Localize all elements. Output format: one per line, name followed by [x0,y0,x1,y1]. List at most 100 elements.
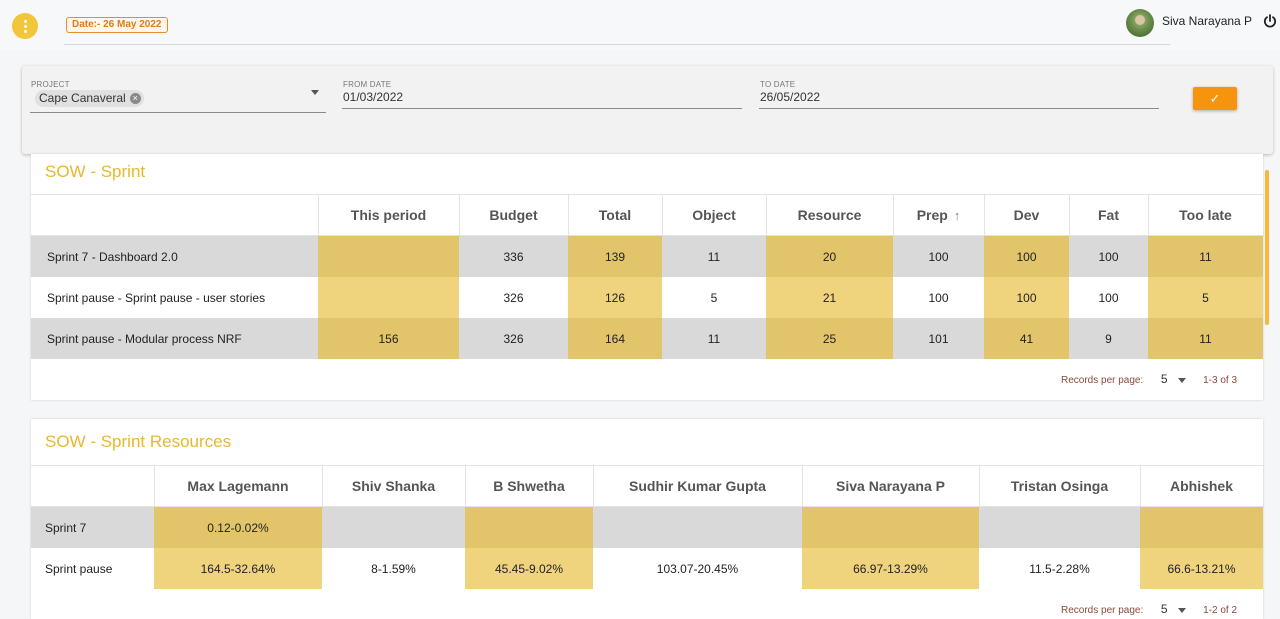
table-cell: Sprint pause [31,548,154,589]
table-cell [979,506,1140,548]
table-cell: 11 [662,318,766,359]
close-icon[interactable]: × [129,93,141,104]
table-cell [1140,506,1263,548]
scrollbar-thumb[interactable] [1265,170,1269,325]
column-header[interactable]: Total [568,194,663,236]
dot-icon [23,19,27,23]
pagination: Records per page: 5 1-3 of 3 [1061,372,1237,386]
table-cell: Sprint 7 [31,506,154,548]
column-header[interactable]: Budget [459,194,569,236]
table-cell: 41 [984,318,1069,359]
card-title: SOW - Sprint [45,162,146,181]
dot-icon [23,24,27,28]
top-bar: Date:- 26 May 2022 Siva Narayana P [0,0,1280,50]
column-header[interactable]: Shiv Shanka [322,465,466,507]
pagination: Records per page: 5 1-2 of 2 [1061,602,1237,616]
from-date-label: FROM DATE [343,80,392,89]
more-menu-button[interactable] [12,13,38,39]
table-cell: 66.97-13.29% [802,548,979,589]
table-cell: Sprint 7 - Dashboard 2.0 [31,235,318,277]
chevron-down-icon[interactable] [1178,377,1187,383]
column-header[interactable]: Siva Narayana P [802,465,980,507]
apply-button[interactable]: ✓ [1193,87,1237,110]
user-name: Siva Narayana P [1162,14,1253,28]
table-row: Sprint 7 0.12-0.02% [31,506,1263,548]
records-per-page-select[interactable]: 5 [1161,372,1168,386]
divider [64,44,1170,45]
table-cell: 326 [459,277,568,318]
sow-sprint-resources-card: SOW - Sprint Resources Max Lagemann Shiv… [31,419,1264,619]
column-header[interactable]: Max Lagemann [154,465,323,507]
table-cell: 139 [568,235,662,277]
table-cell: 126 [568,277,662,318]
column-header[interactable]: Dev [984,194,1070,236]
chevron-down-icon[interactable] [1178,607,1187,613]
dot-icon [23,29,27,33]
power-icon[interactable] [1262,13,1278,29]
table-cell: 11 [662,235,766,277]
from-date-field[interactable]: 01/03/2022 [343,90,403,104]
column-header[interactable]: Tristan Osinga [979,465,1141,507]
table-cell [318,277,459,318]
table-cell [802,506,979,548]
table-cell: 100 [893,277,984,318]
records-per-page-select[interactable]: 5 [1161,602,1168,616]
project-label: PROJECT [31,80,70,89]
table-cell [318,235,459,277]
table-cell: 103.07-20.45% [593,548,802,589]
column-header[interactable]: Abhishek [1140,465,1264,507]
table-cell: 25 [766,318,893,359]
column-header-label: Prep [916,207,948,223]
table-cell: 164.5-32.64% [154,548,322,589]
filter-panel [22,66,1273,154]
table-row: Sprint pause 164.5-32.64% 8-1.59% 45.45-… [31,548,1263,589]
records-per-page-label: Records per page: [1061,375,1144,386]
table-cell: Sprint pause - Sprint pause - user stori… [31,277,318,318]
column-header[interactable]: Fat [1069,194,1149,236]
project-chip[interactable]: Cape Canaveral × [35,90,144,107]
table-cell: 5 [662,277,766,318]
sow-sprint-card: SOW - Sprint This period Budget Total Ob… [31,154,1264,400]
table-header-row: Max Lagemann Shiv Shanka B Shwetha Sudhi… [31,465,1264,507]
card-title: SOW - Sprint Resources [45,432,232,451]
column-header[interactable]: Resource [766,194,894,236]
table-cell: 100 [1069,277,1148,318]
sow-sprint-table: This period Budget Total Object Resource… [31,194,1264,359]
sort-arrow-icon[interactable]: ↑ [954,208,961,223]
chevron-down-icon[interactable] [311,90,319,95]
sow-sprint-resources-table: Max Lagemann Shiv Shanka B Shwetha Sudhi… [31,465,1264,589]
column-header[interactable]: B Shwetha [465,465,594,507]
table-cell: 21 [766,277,893,318]
to-date-underline [759,108,1159,109]
column-header[interactable]: Too late [1148,194,1264,236]
check-icon: ✓ [1209,91,1221,106]
column-header [31,194,319,236]
table-cell [465,506,593,548]
table-cell: 100 [893,235,984,277]
column-header [31,465,155,507]
table-row: Sprint pause - Modular process NRF 156 3… [31,318,1263,359]
table-cell: 164 [568,318,662,359]
column-header[interactable]: Object [662,194,767,236]
column-header[interactable]: Sudhir Kumar Gupta [593,465,803,507]
table-cell: 20 [766,235,893,277]
table-header-row: This period Budget Total Object Resource… [31,194,1264,236]
table-cell: 0.12-0.02% [154,506,322,548]
page-range: 1-2 of 2 [1203,605,1238,616]
table-row: Sprint pause - Sprint pause - user stori… [31,277,1263,318]
column-header-prep[interactable]: Prep ↑ [893,194,985,236]
table-cell: 100 [984,277,1069,318]
records-per-page-label: Records per page: [1061,605,1144,616]
table-cell: 11 [1148,235,1263,277]
column-header[interactable]: This period [318,194,460,236]
date-badge: Date:- 26 May 2022 [66,17,168,33]
table-cell: 45.45-9.02% [465,548,593,589]
to-date-field[interactable]: 26/05/2022 [760,90,820,104]
table-cell: 8-1.59% [322,548,465,589]
table-cell: 100 [1069,235,1148,277]
table-cell: 100 [984,235,1069,277]
table-cell [322,506,465,548]
project-select-underline [30,112,326,113]
page-range: 1-3 of 3 [1203,375,1238,386]
avatar[interactable] [1126,9,1154,37]
